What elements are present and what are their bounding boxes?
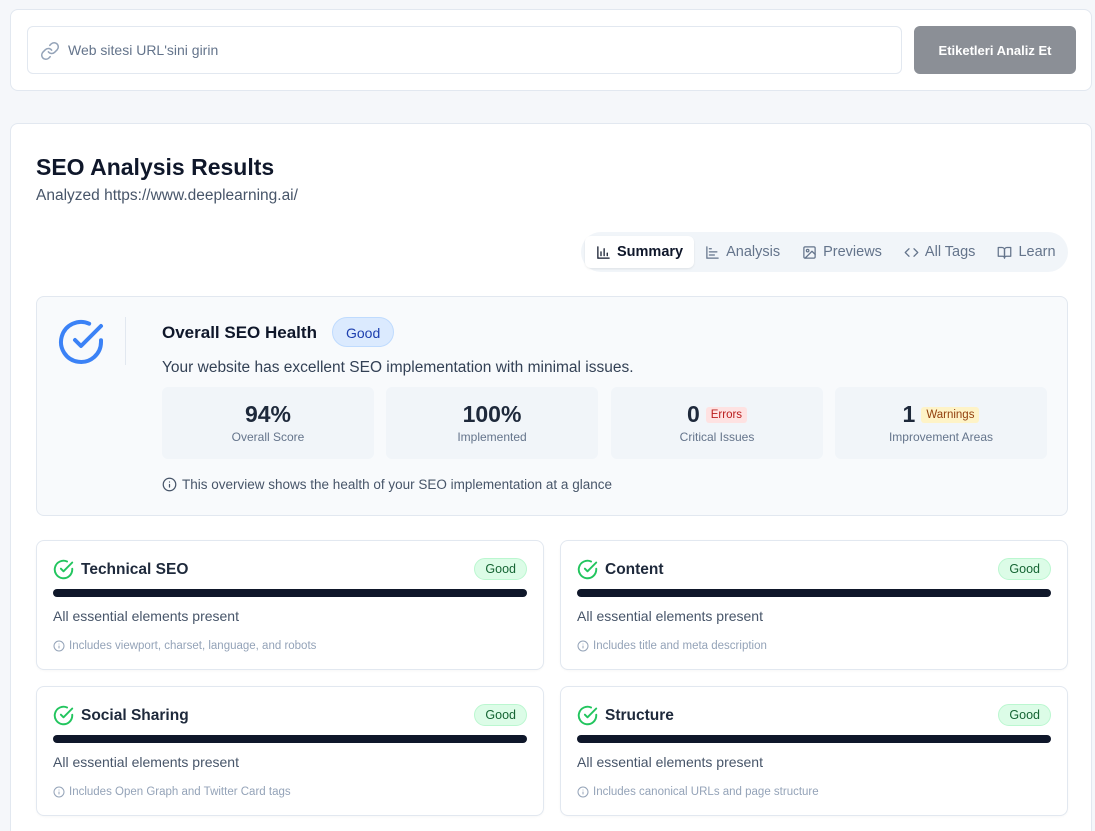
category-note: Includes canonical URLs and page structu… xyxy=(577,786,819,798)
check-circle-icon xyxy=(53,705,74,726)
stat-value: 0 xyxy=(686,401,700,427)
info-icon xyxy=(53,640,65,652)
progress-bar xyxy=(53,735,527,743)
category-status: All essential elements present xyxy=(577,754,763,770)
code-icon xyxy=(904,247,919,257)
tab-learn[interactable]: Learn xyxy=(986,236,1066,268)
divider xyxy=(125,317,126,365)
status-badge: Good xyxy=(474,558,527,580)
note-text: Includes canonical URLs and page structu… xyxy=(593,786,819,798)
info-icon xyxy=(577,786,589,798)
stat-label: Critical Issues xyxy=(679,430,755,444)
book-open-icon xyxy=(998,246,1012,259)
tab-summary[interactable]: Summary xyxy=(585,236,695,268)
progress-fill xyxy=(577,735,1051,743)
category-card-technical-seo: Technical SEO Good All essential element… xyxy=(36,540,544,670)
stat-label: Implemented xyxy=(457,430,527,444)
stat-improvement-areas: 1 Warnings Improvement Areas xyxy=(835,387,1047,459)
category-title: Social Sharing xyxy=(81,707,189,724)
note-text: Includes viewport, charset, language, an… xyxy=(69,640,317,652)
check-circle-icon xyxy=(53,559,74,580)
image-icon xyxy=(803,245,816,259)
tab-label: Previews xyxy=(823,244,882,260)
stat-critical-issues: 0 Errors Critical Issues xyxy=(611,387,823,459)
tab-label: Learn xyxy=(1018,244,1056,260)
bar-chart-icon xyxy=(597,245,610,259)
category-status: All essential elements present xyxy=(577,608,763,624)
health-status-badge: Good xyxy=(332,317,395,347)
results-tabs: Summary Analysis Previews All Tags Learn xyxy=(581,232,1068,272)
health-description: Your website has excellent SEO implement… xyxy=(162,359,634,376)
results-panel: SEO Analysis Results Analyzed https://ww… xyxy=(10,123,1092,831)
category-card-social-sharing: Social Sharing Good All essential elemen… xyxy=(36,686,544,816)
category-status: All essential elements present xyxy=(53,608,239,624)
tab-previews[interactable]: Previews xyxy=(791,236,893,268)
tab-label: All Tags xyxy=(924,244,976,260)
errors-badge: Errors xyxy=(705,406,748,423)
progress-bar xyxy=(577,589,1051,597)
category-note: Includes viewport, charset, language, an… xyxy=(53,640,316,652)
overall-health-card: Overall SEO Health Good Your website has… xyxy=(36,296,1068,516)
progress-bar xyxy=(577,735,1051,743)
category-title: Technical SEO xyxy=(81,561,189,578)
tab-label: Summary xyxy=(617,244,684,260)
check-circle-icon xyxy=(577,559,598,580)
stat-overall-score: 94% Overall Score xyxy=(162,387,374,459)
progress-fill xyxy=(53,589,527,597)
link-icon xyxy=(40,41,60,61)
status-badge: Good xyxy=(998,558,1051,580)
tab-analysis[interactable]: Analysis xyxy=(694,236,791,268)
info-icon xyxy=(162,477,177,492)
category-note: Includes Open Graph and Twitter Card tag… xyxy=(53,786,291,798)
health-note: This overview shows the health of your S… xyxy=(162,477,612,492)
url-input[interactable] xyxy=(68,27,888,73)
progress-fill xyxy=(53,735,527,743)
tab-label: Analysis xyxy=(726,244,781,260)
check-circle-icon xyxy=(577,705,598,726)
note-text: This overview shows the health of your S… xyxy=(182,477,612,492)
health-title: Overall SEO Health xyxy=(162,323,317,342)
category-title: Content xyxy=(605,561,664,578)
category-card-structure: Structure Good All essential elements pr… xyxy=(560,686,1068,816)
status-badge: Good xyxy=(474,704,527,726)
category-note: Includes title and meta description xyxy=(577,640,767,652)
url-field-wrapper[interactable] xyxy=(27,26,902,74)
stat-value: 1 xyxy=(902,401,916,427)
category-title: Structure xyxy=(605,707,674,724)
stat-value: 94% xyxy=(244,401,292,427)
progress-bar xyxy=(53,589,527,597)
note-text: Includes Open Graph and Twitter Card tag… xyxy=(69,786,291,798)
info-icon xyxy=(577,640,589,652)
warnings-badge: Warnings xyxy=(921,406,980,423)
line-chart-icon xyxy=(706,245,719,259)
page-title: SEO Analysis Results xyxy=(36,154,275,180)
stat-label: Improvement Areas xyxy=(888,430,994,444)
progress-fill xyxy=(577,589,1051,597)
analyzed-url: Analyzed https://www.deeplearning.ai/ xyxy=(36,187,298,204)
analyze-tags-button[interactable]: Etiketleri Analiz Et xyxy=(914,26,1076,74)
status-badge: Good xyxy=(998,704,1051,726)
stat-label: Overall Score xyxy=(231,430,305,444)
note-text: Includes title and meta description xyxy=(593,640,767,652)
check-circle-icon xyxy=(59,320,103,364)
tab-all-tags[interactable]: All Tags xyxy=(893,236,987,268)
stat-implemented: 100% Implemented xyxy=(386,387,598,459)
category-status: All essential elements present xyxy=(53,754,239,770)
stat-value: 100% xyxy=(462,401,522,427)
url-form: Etiketleri Analiz Et xyxy=(10,9,1092,91)
category-card-content: Content Good All essential elements pres… xyxy=(560,540,1068,670)
info-icon xyxy=(53,786,65,798)
